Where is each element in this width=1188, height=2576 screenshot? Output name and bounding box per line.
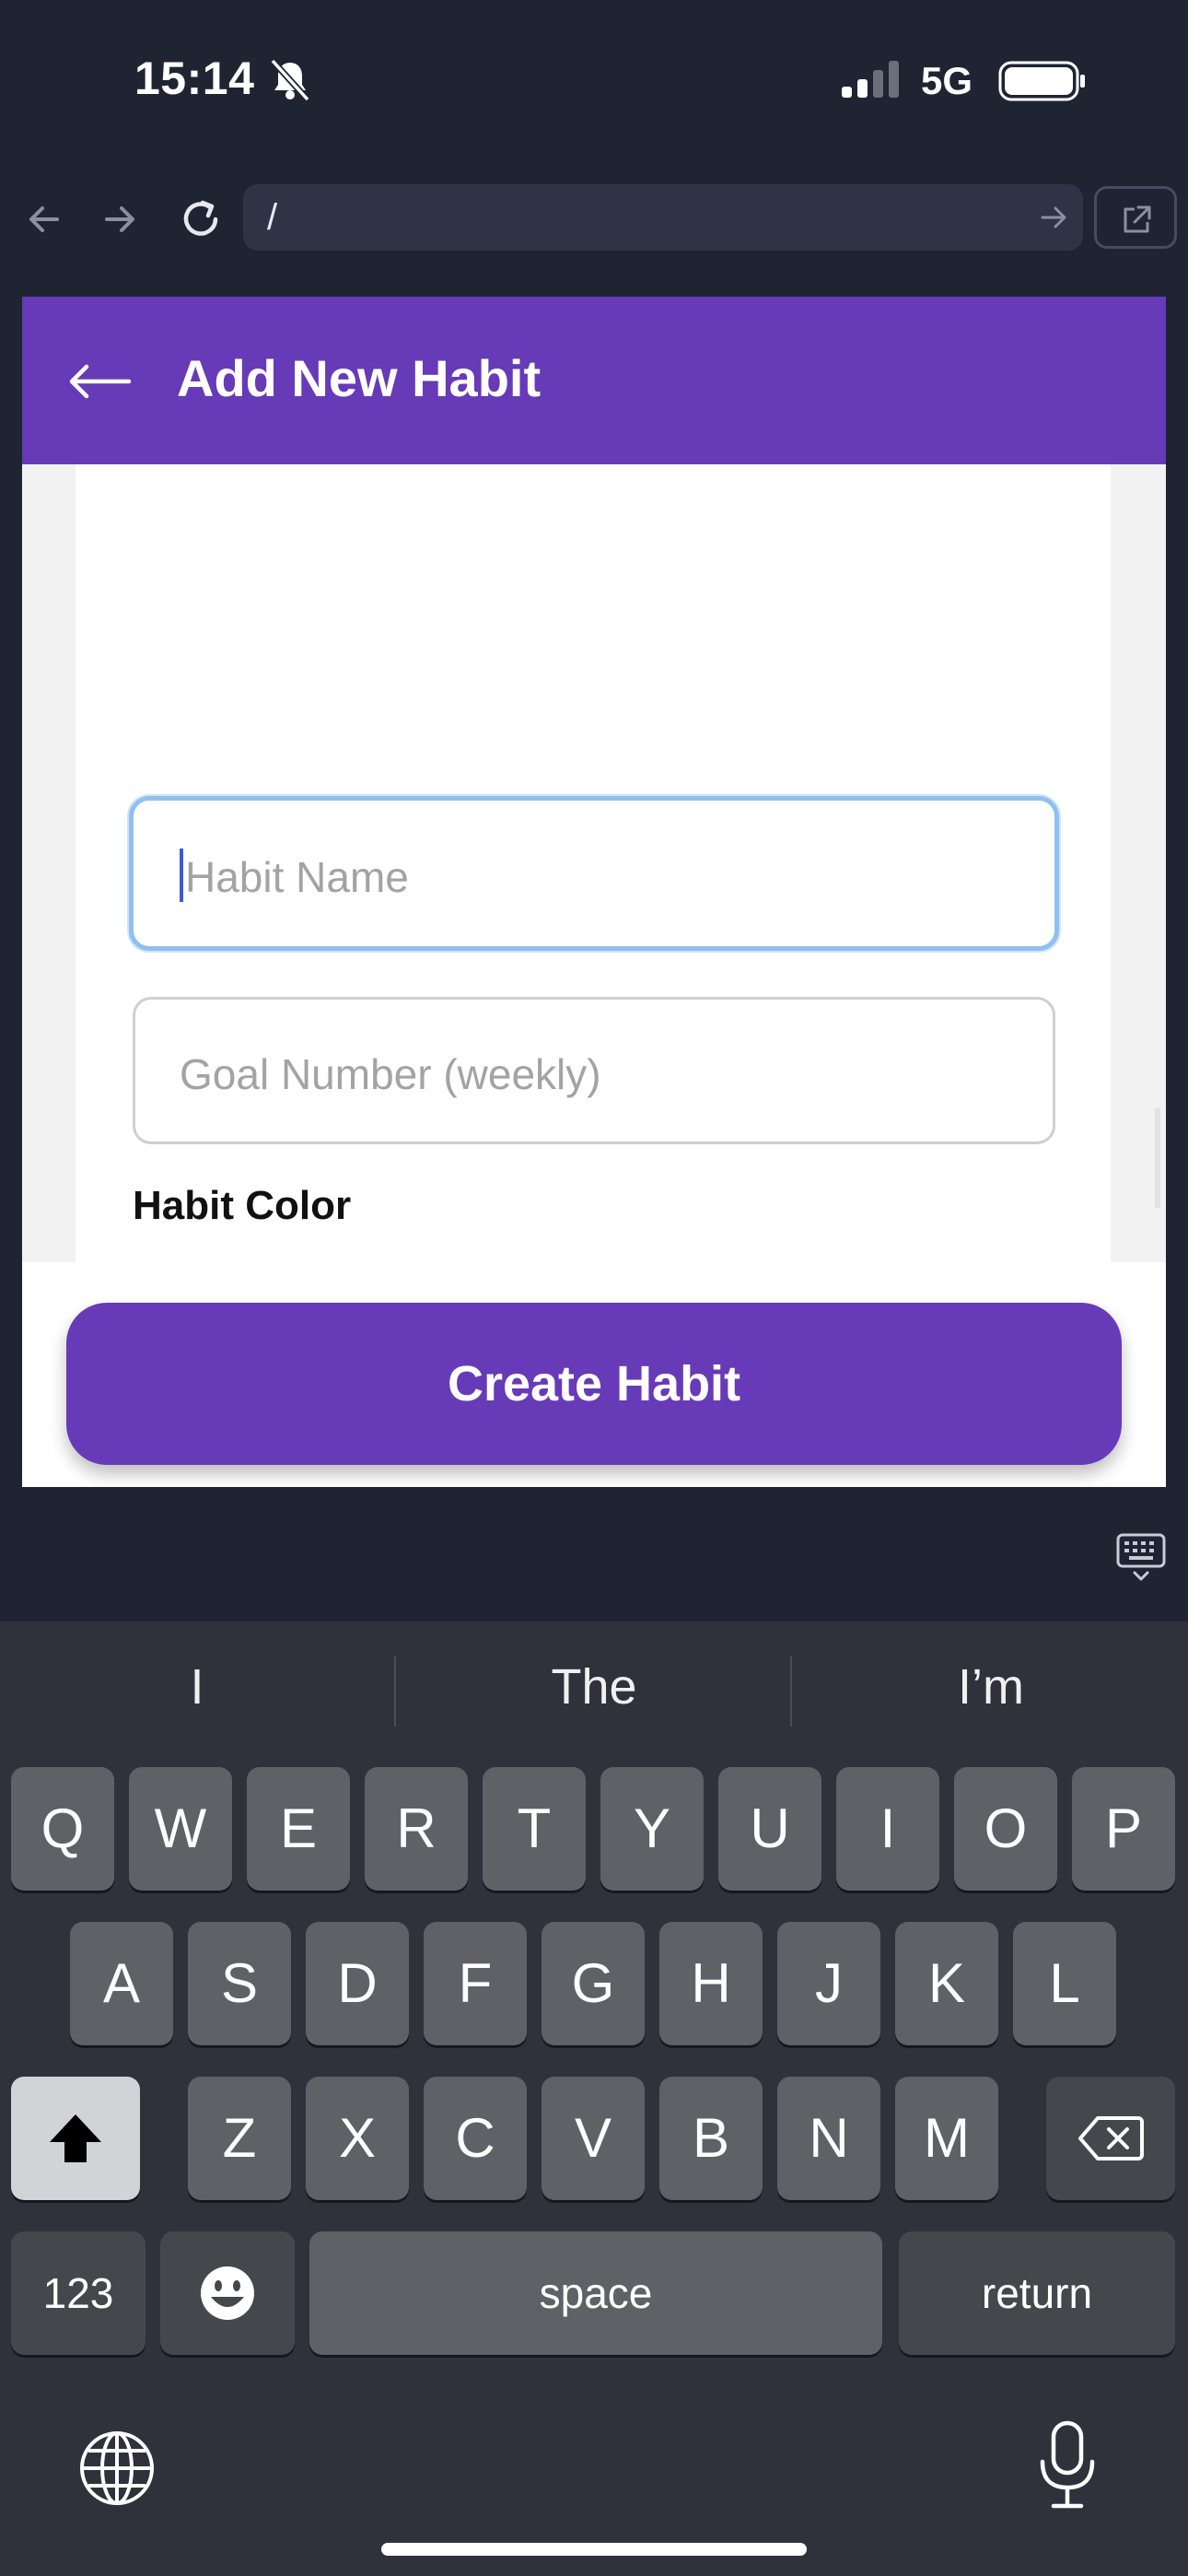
emoji-icon xyxy=(201,2266,254,2320)
key-l[interactable]: L xyxy=(1013,1922,1116,2045)
key-n[interactable]: N xyxy=(777,2077,880,2200)
key-o[interactable]: O xyxy=(954,1767,1057,1891)
app-frame: Add New Habit Habit Name Goal Number (we… xyxy=(22,297,1166,1487)
key-a[interactable]: A xyxy=(70,1922,173,2045)
forward-icon[interactable] xyxy=(92,192,147,247)
home-indicator[interactable] xyxy=(381,2543,807,2556)
key-w[interactable]: W xyxy=(129,1767,232,1891)
signal-bars-icon xyxy=(842,61,899,98)
suggestion-divider xyxy=(790,1657,792,1727)
backspace-icon xyxy=(1078,2116,1144,2160)
key-y[interactable]: Y xyxy=(600,1767,704,1891)
url-field[interactable]: / xyxy=(243,184,1083,251)
create-habit-button[interactable]: Create Habit xyxy=(66,1303,1122,1465)
keyboard-toolbar xyxy=(0,1487,1188,1622)
keyboard-hide-icon[interactable] xyxy=(1116,1531,1166,1583)
key-x[interactable]: X xyxy=(306,2077,409,2200)
goal-number-input[interactable]: Goal Number (weekly) xyxy=(133,997,1055,1144)
status-time: 15:14 xyxy=(134,53,255,104)
shift-icon xyxy=(50,2114,101,2162)
numbers-key[interactable]: 123 xyxy=(11,2231,146,2355)
network-label: 5G xyxy=(921,59,973,102)
open-external-icon xyxy=(1124,205,1151,233)
left-arrow-icon[interactable] xyxy=(64,352,133,411)
key-q[interactable]: Q xyxy=(11,1767,114,1891)
battery-icon xyxy=(998,61,1085,101)
mic-icon[interactable] xyxy=(1035,2419,1100,2512)
suggestion-item[interactable]: The xyxy=(401,1658,787,1715)
browser-toolbar: / xyxy=(0,166,1188,273)
key-r[interactable]: R xyxy=(365,1767,468,1891)
suggestion-bar: I The I’m xyxy=(0,1622,1188,1765)
habit-name-placeholder: Habit Name xyxy=(185,853,409,901)
emoji-key[interactable] xyxy=(160,2231,295,2355)
form-card: Habit Name Goal Number (weekly) Habit Co… xyxy=(76,464,1111,1262)
back-icon[interactable] xyxy=(17,192,72,247)
key-u[interactable]: U xyxy=(718,1767,821,1891)
key-v[interactable]: V xyxy=(542,2077,645,2200)
key-m[interactable]: M xyxy=(895,2077,998,2200)
bell-slash-icon xyxy=(270,58,310,102)
go-icon[interactable] xyxy=(1037,201,1070,234)
reload-icon[interactable] xyxy=(173,192,228,247)
url-text: / xyxy=(267,197,278,238)
habit-name-input[interactable]: Habit Name xyxy=(129,796,1059,951)
key-d[interactable]: D xyxy=(306,1922,409,2045)
key-j[interactable]: J xyxy=(777,1922,880,2045)
suggestion-item[interactable]: I’m xyxy=(798,1658,1184,1715)
web-page: Add New Habit Habit Name Goal Number (we… xyxy=(0,273,1188,1487)
app-header: Add New Habit xyxy=(22,297,1166,464)
key-g[interactable]: G xyxy=(542,1922,645,2045)
key-k[interactable]: K xyxy=(895,1922,998,2045)
space-key[interactable]: space xyxy=(309,2231,882,2355)
onscreen-keyboard: I The I’m Q W E R T Y U I O P A S D F G … xyxy=(0,1622,1188,2576)
return-key[interactable]: return xyxy=(899,2231,1175,2355)
key-p[interactable]: P xyxy=(1072,1767,1175,1891)
goal-number-placeholder: Goal Number (weekly) xyxy=(180,1050,601,1098)
open-external-button[interactable] xyxy=(1094,186,1177,249)
globe-icon[interactable] xyxy=(77,2429,157,2508)
shift-key[interactable] xyxy=(11,2077,140,2200)
key-f[interactable]: F xyxy=(424,1922,527,2045)
key-h[interactable]: H xyxy=(659,1922,763,2045)
key-e[interactable]: E xyxy=(247,1767,350,1891)
scrollbar[interactable] xyxy=(1155,1107,1160,1209)
text-caret xyxy=(180,849,183,902)
key-s[interactable]: S xyxy=(188,1922,291,2045)
suggestion-item[interactable]: I xyxy=(4,1658,390,1715)
key-z[interactable]: Z xyxy=(188,2077,291,2200)
habit-color-label: Habit Color xyxy=(133,1183,352,1228)
page-title: Add New Habit xyxy=(177,349,542,407)
key-b[interactable]: B xyxy=(659,2077,763,2200)
key-c[interactable]: C xyxy=(424,2077,527,2200)
key-t[interactable]: T xyxy=(483,1767,586,1891)
key-i[interactable]: I xyxy=(836,1767,939,1891)
backspace-key[interactable] xyxy=(1046,2077,1175,2200)
status-bar: 15:14 5G xyxy=(0,0,1188,166)
suggestion-divider xyxy=(394,1657,396,1727)
